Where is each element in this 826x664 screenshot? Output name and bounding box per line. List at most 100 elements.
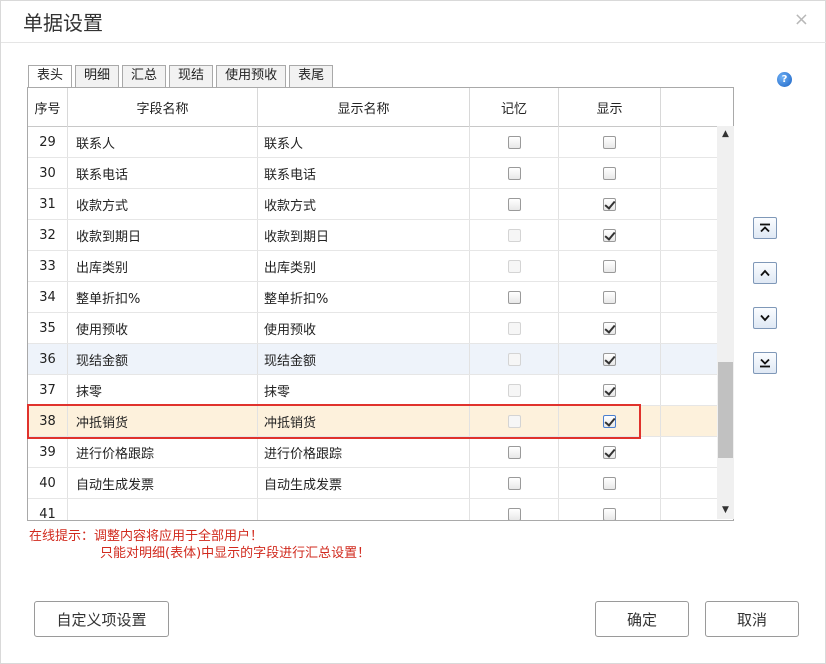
- display-name-cell[interactable]: 自动生成发票: [258, 468, 470, 498]
- memory-checkbox[interactable]: [507, 290, 521, 304]
- tab-use-prepay[interactable]: 使用预收: [216, 65, 287, 87]
- field-name-cell: 使用预收: [68, 313, 258, 343]
- memory-cell: [470, 251, 559, 281]
- memory-checkbox[interactable]: [507, 445, 521, 459]
- show-checkbox[interactable]: [603, 414, 616, 428]
- display-name-cell[interactable]: 收款方式: [258, 189, 470, 219]
- table-row[interactable]: 34 整单折扣% 整单折扣%: [28, 282, 718, 313]
- close-icon[interactable]: ×: [794, 9, 809, 30]
- show-checkbox[interactable]: [603, 259, 616, 273]
- display-name-cell[interactable]: 联系电话: [258, 158, 470, 188]
- column-header-spacer: [661, 88, 733, 127]
- tab-header[interactable]: 表头: [28, 65, 73, 87]
- row-number: 36: [28, 344, 68, 374]
- show-cell: [559, 220, 661, 250]
- scroll-up-icon[interactable]: ▲: [717, 126, 734, 143]
- show-checkbox[interactable]: [603, 383, 616, 397]
- show-checkbox[interactable]: [603, 166, 616, 180]
- help-icon[interactable]: ?: [777, 72, 792, 87]
- show-checkbox[interactable]: [603, 352, 616, 366]
- scroll-thumb[interactable]: [718, 362, 733, 458]
- spacer-cell: [661, 158, 718, 188]
- show-cell: [559, 158, 661, 188]
- table-row[interactable]: 36 现结金额 现结金额: [28, 344, 718, 375]
- custom-fields-button[interactable]: 自定义项设置: [34, 601, 169, 637]
- memory-cell: [470, 127, 559, 157]
- show-cell: [559, 375, 661, 405]
- column-header-no: 序号: [28, 88, 68, 127]
- scroll-down-icon[interactable]: ▼: [717, 502, 734, 519]
- field-name-cell: 自动生成发票: [68, 468, 258, 498]
- cancel-button[interactable]: 取消: [705, 601, 799, 637]
- display-name-cell[interactable]: 使用预收: [258, 313, 470, 343]
- row-number: 39: [28, 437, 68, 467]
- table-row[interactable]: 39 进行价格跟踪 进行价格跟踪: [28, 437, 718, 468]
- spacer-cell: [661, 468, 718, 498]
- memory-cell: [470, 282, 559, 312]
- table-row[interactable]: 32 收款到期日 收款到期日: [28, 220, 718, 251]
- tab-cash-settle[interactable]: 现结: [169, 65, 214, 87]
- memory-cell: [470, 437, 559, 467]
- column-header-display-name: 显示名称: [258, 88, 470, 127]
- display-name-cell[interactable]: 收款到期日: [258, 220, 470, 250]
- ok-button[interactable]: 确定: [595, 601, 689, 637]
- memory-checkbox[interactable]: [507, 135, 521, 149]
- row-number: 35: [28, 313, 68, 343]
- memory-cell: [470, 158, 559, 188]
- show-checkbox[interactable]: [603, 197, 616, 211]
- reorder-buttons: [753, 217, 777, 397]
- move-top-button[interactable]: [753, 217, 777, 239]
- move-bottom-button[interactable]: [753, 352, 777, 374]
- tab-detail[interactable]: 明细: [75, 65, 120, 87]
- table-row[interactable]: 40 自动生成发票 自动生成发票: [28, 468, 718, 499]
- column-header-memory: 记忆: [470, 88, 559, 127]
- table-row[interactable]: 29 联系人 联系人: [28, 127, 718, 158]
- move-up-button[interactable]: [753, 262, 777, 284]
- memory-checkbox: [507, 259, 521, 273]
- table-row[interactable]: 31 收款方式 收款方式: [28, 189, 718, 220]
- memory-checkbox[interactable]: [507, 197, 521, 211]
- memory-checkbox[interactable]: [507, 166, 521, 180]
- table-row[interactable]: 41: [28, 499, 718, 520]
- display-name-cell[interactable]: 出库类别: [258, 251, 470, 281]
- memory-checkbox: [507, 352, 521, 366]
- memory-checkbox[interactable]: [507, 507, 521, 520]
- display-name-cell[interactable]: 进行价格跟踪: [258, 437, 470, 467]
- spacer-cell: [661, 251, 718, 281]
- spacer-cell: [661, 189, 718, 219]
- display-name-cell[interactable]: 联系人: [258, 127, 470, 157]
- tab-footer[interactable]: 表尾: [289, 65, 334, 87]
- move-up-icon: [760, 269, 770, 277]
- tab-bar: 表头 明细 汇总 现结 使用预收 表尾: [28, 65, 336, 87]
- tab-summary[interactable]: 汇总: [122, 65, 167, 87]
- table-row[interactable]: 30 联系电话 联系电话: [28, 158, 718, 189]
- display-name-cell[interactable]: 整单折扣%: [258, 282, 470, 312]
- row-number: 38: [28, 406, 68, 436]
- display-name-cell[interactable]: [258, 499, 470, 520]
- field-name-cell: 整单折扣%: [68, 282, 258, 312]
- grid-header: 序号 字段名称 显示名称 记忆 显示: [28, 88, 733, 127]
- show-checkbox[interactable]: [603, 135, 616, 149]
- memory-checkbox: [507, 321, 521, 335]
- table-row[interactable]: 35 使用预收 使用预收: [28, 313, 718, 344]
- table-row[interactable]: 38 冲抵销货 冲抵销货: [28, 406, 718, 437]
- row-number: 32: [28, 220, 68, 250]
- display-name-cell[interactable]: 现结金额: [258, 344, 470, 374]
- show-checkbox[interactable]: [603, 445, 616, 459]
- field-name-cell: 冲抵销货: [68, 406, 258, 436]
- show-checkbox[interactable]: [603, 228, 616, 242]
- show-checkbox[interactable]: [603, 321, 616, 335]
- table-row[interactable]: 37 抹零 抹零: [28, 375, 718, 406]
- column-header-field-name: 字段名称: [68, 88, 258, 127]
- show-checkbox[interactable]: [603, 507, 616, 520]
- memory-checkbox[interactable]: [507, 476, 521, 490]
- move-down-button[interactable]: [753, 307, 777, 329]
- show-checkbox[interactable]: [603, 290, 616, 304]
- display-name-cell[interactable]: 冲抵销货: [258, 406, 470, 436]
- show-checkbox[interactable]: [603, 476, 616, 490]
- display-name-cell[interactable]: 抹零: [258, 375, 470, 405]
- table-row[interactable]: 33 出库类别 出库类别: [28, 251, 718, 282]
- vertical-scrollbar[interactable]: ▲ ▼: [717, 126, 734, 519]
- spacer-cell: [661, 375, 718, 405]
- spacer-cell: [661, 499, 718, 520]
